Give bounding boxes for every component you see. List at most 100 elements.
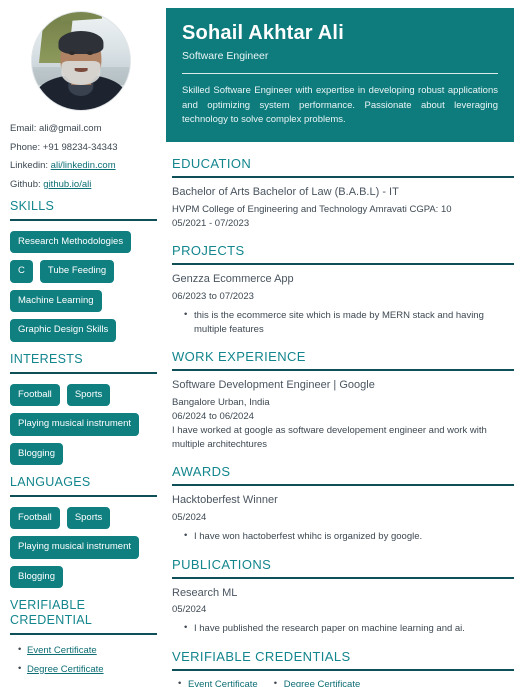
credential-link[interactable]: Event Certificate (27, 645, 97, 656)
contact-phone-label: Phone: (10, 141, 41, 153)
languages-pill-list: Football Sports Playing musical instrume… (8, 506, 154, 589)
sidebar-section-interests: INTERESTS Football Sports Playing musica… (8, 351, 157, 465)
divider (10, 218, 157, 221)
list-item: I have published the research paper on m… (184, 621, 514, 636)
publications-heading: PUBLICATIONS (172, 556, 272, 572)
contact-phone: Phone: +91 98234-34343 (10, 141, 154, 153)
project-entry: Genzza Ecommerce App 06/2023 to 07/2023 … (166, 273, 514, 336)
interest-pill: Blogging (10, 442, 63, 465)
sidebar-languages-heading: LANGUAGES (10, 475, 91, 489)
divider (10, 494, 157, 497)
page-title: Sohail Akhtar Ali (182, 22, 344, 44)
contact-phone-value: +91 98234-34343 (42, 141, 118, 153)
contact-linkedin-label: Linkedin: (10, 160, 49, 171)
section-work-experience: WORK EXPERIENCE Software Development Eng… (166, 349, 514, 451)
contact-email-value: ali@gmail.com (39, 123, 102, 134)
language-pill: Sports (66, 506, 111, 530)
list-item: Event Certificate (178, 678, 258, 687)
publication-dates: 05/2024 (172, 604, 207, 616)
sidebar-section-verifiable-credential: VERIFIABLE CREDENTIAL Event Certificate … (8, 598, 157, 675)
sidebar: Email: ali@gmail.com Phone: +91 98234-34… (0, 0, 162, 687)
avatar (32, 12, 130, 110)
divider (172, 263, 514, 266)
list-item: Event Certificate (18, 644, 154, 656)
credential-link[interactable]: Event Certificate (188, 679, 258, 687)
education-degree: Bachelor of Arts Bachelor of Law (B.A.B.… (172, 186, 399, 199)
contact-github: Github: github.io/ali (10, 178, 154, 190)
sidebar-credential-list: Event Certificate Degree Certificate (8, 644, 154, 675)
divider (172, 484, 514, 487)
language-pill: Football (10, 506, 60, 530)
section-projects: PROJECTS Genzza Ecommerce App 06/2023 to… (166, 243, 514, 336)
work-experience-heading: WORK EXPERIENCE (172, 349, 306, 365)
project-dates: 06/2023 to 07/2023 (172, 291, 254, 303)
sidebar-section-skills: SKILLS Research Methodologies C Tube Fee… (8, 199, 157, 342)
divider (10, 371, 157, 374)
list-item: Degree Certificate (18, 663, 154, 675)
divider (172, 576, 514, 579)
credential-link[interactable]: Degree Certificate (284, 679, 361, 687)
education-institution: HVPM College of Engineering and Technolo… (172, 203, 452, 215)
section-awards: AWARDS Hacktoberfest Winner 05/2024 I ha… (166, 464, 514, 543)
verifiable-credentials-heading: VERIFIABLE CREDENTIALS (172, 648, 351, 664)
work-location: Bangalore Urban, India (172, 397, 270, 409)
interest-pill: Sports (66, 383, 111, 406)
award-dates: 05/2024 (172, 512, 207, 524)
divider (182, 73, 498, 74)
education-entry: Bachelor of Arts Bachelor of Law (B.A.B.… (166, 186, 514, 230)
project-bullet-list: this is the ecommerce site which is made… (172, 308, 514, 337)
skill-pill: Graphic Design Skills (10, 319, 117, 342)
profile-summary: Skilled Software Engineer with expertise… (182, 85, 498, 126)
publication-bullet-list: I have published the research paper on m… (172, 621, 514, 636)
contact-github-link[interactable]: github.io/ali (43, 179, 91, 190)
sidebar-interests-heading: INTERESTS (10, 351, 83, 366)
interest-pill: Football (10, 383, 60, 406)
award-title: Hacktoberfest Winner (172, 494, 278, 507)
awards-heading: AWARDS (172, 464, 231, 480)
list-item: I have won hactoberfest whihc is organiz… (184, 529, 514, 544)
award-entry: Hacktoberfest Winner 05/2024 I have won … (166, 494, 514, 543)
verifiable-credentials-list: Event Certificate Degree Certificate (166, 678, 514, 687)
award-bullet-list: I have won hactoberfest whihc is organiz… (172, 529, 514, 544)
interests-pill-list: Football Sports Playing musical instrume… (8, 383, 154, 465)
section-verifiable-credentials: VERIFIABLE CREDENTIALS Event Certificate… (166, 649, 514, 687)
skill-pill: Tube Feeding (39, 260, 115, 283)
avatar-container (8, 12, 154, 110)
skill-pill: C (10, 260, 33, 283)
contact-linkedin-link[interactable]: ali/linkedin.com (51, 160, 116, 171)
credential-link[interactable]: Degree Certificate (27, 664, 104, 675)
header-banner: Sohail Akhtar Ali Software Engineer Skil… (166, 8, 514, 143)
sidebar-skills-heading: SKILLS (10, 199, 55, 213)
projects-heading: PROJECTS (172, 243, 245, 259)
list-item: this is the ecommerce site which is made… (184, 308, 514, 337)
divider (10, 632, 157, 635)
divider (172, 176, 514, 179)
publication-title: Research ML (172, 586, 238, 599)
education-dates: 05/2021 - 07/2023 (172, 217, 250, 229)
contact-block: Email: ali@gmail.com Phone: +91 98234-34… (8, 124, 154, 189)
divider (172, 668, 514, 671)
contact-github-label: Github: (10, 178, 41, 190)
contact-email-label: Email: (10, 123, 37, 134)
language-pill: Blogging (10, 565, 63, 589)
sidebar-verifiable-credential-heading: VERIFIABLE CREDENTIAL (10, 598, 93, 627)
project-title: Genzza Ecommerce App (172, 273, 294, 286)
work-description: I have worked at google as software deve… (172, 424, 487, 450)
job-role-subtitle: Software Engineer (182, 50, 269, 62)
sidebar-section-languages: LANGUAGES Football Sports Playing musica… (8, 475, 157, 589)
section-publications: PUBLICATIONS Research ML 05/2024 I have … (166, 557, 514, 636)
resume-document: Email: ali@gmail.com Phone: +91 98234-34… (0, 0, 524, 687)
publication-entry: Research ML 05/2024 I have published the… (166, 587, 514, 636)
work-experience-entry: Software Development Engineer | Google B… (166, 379, 514, 451)
main-content: Sohail Akhtar Ali Software Engineer Skil… (162, 0, 524, 687)
skill-pill: Research Methodologies (10, 230, 132, 254)
contact-email: Email: ali@gmail.com (10, 124, 154, 134)
language-pill: Playing musical instrument (10, 536, 139, 559)
list-item: Degree Certificate (274, 678, 361, 687)
contact-linkedin: Linkedin: ali/linkedin.com (10, 161, 154, 171)
skill-pill: Machine Learning (10, 289, 102, 313)
education-heading: EDUCATION (172, 156, 252, 172)
interest-pill: Playing musical instrument (10, 413, 139, 436)
work-title: Software Development Engineer | Google (172, 379, 375, 392)
work-dates: 06/2024 to 06/2024 (172, 411, 254, 422)
